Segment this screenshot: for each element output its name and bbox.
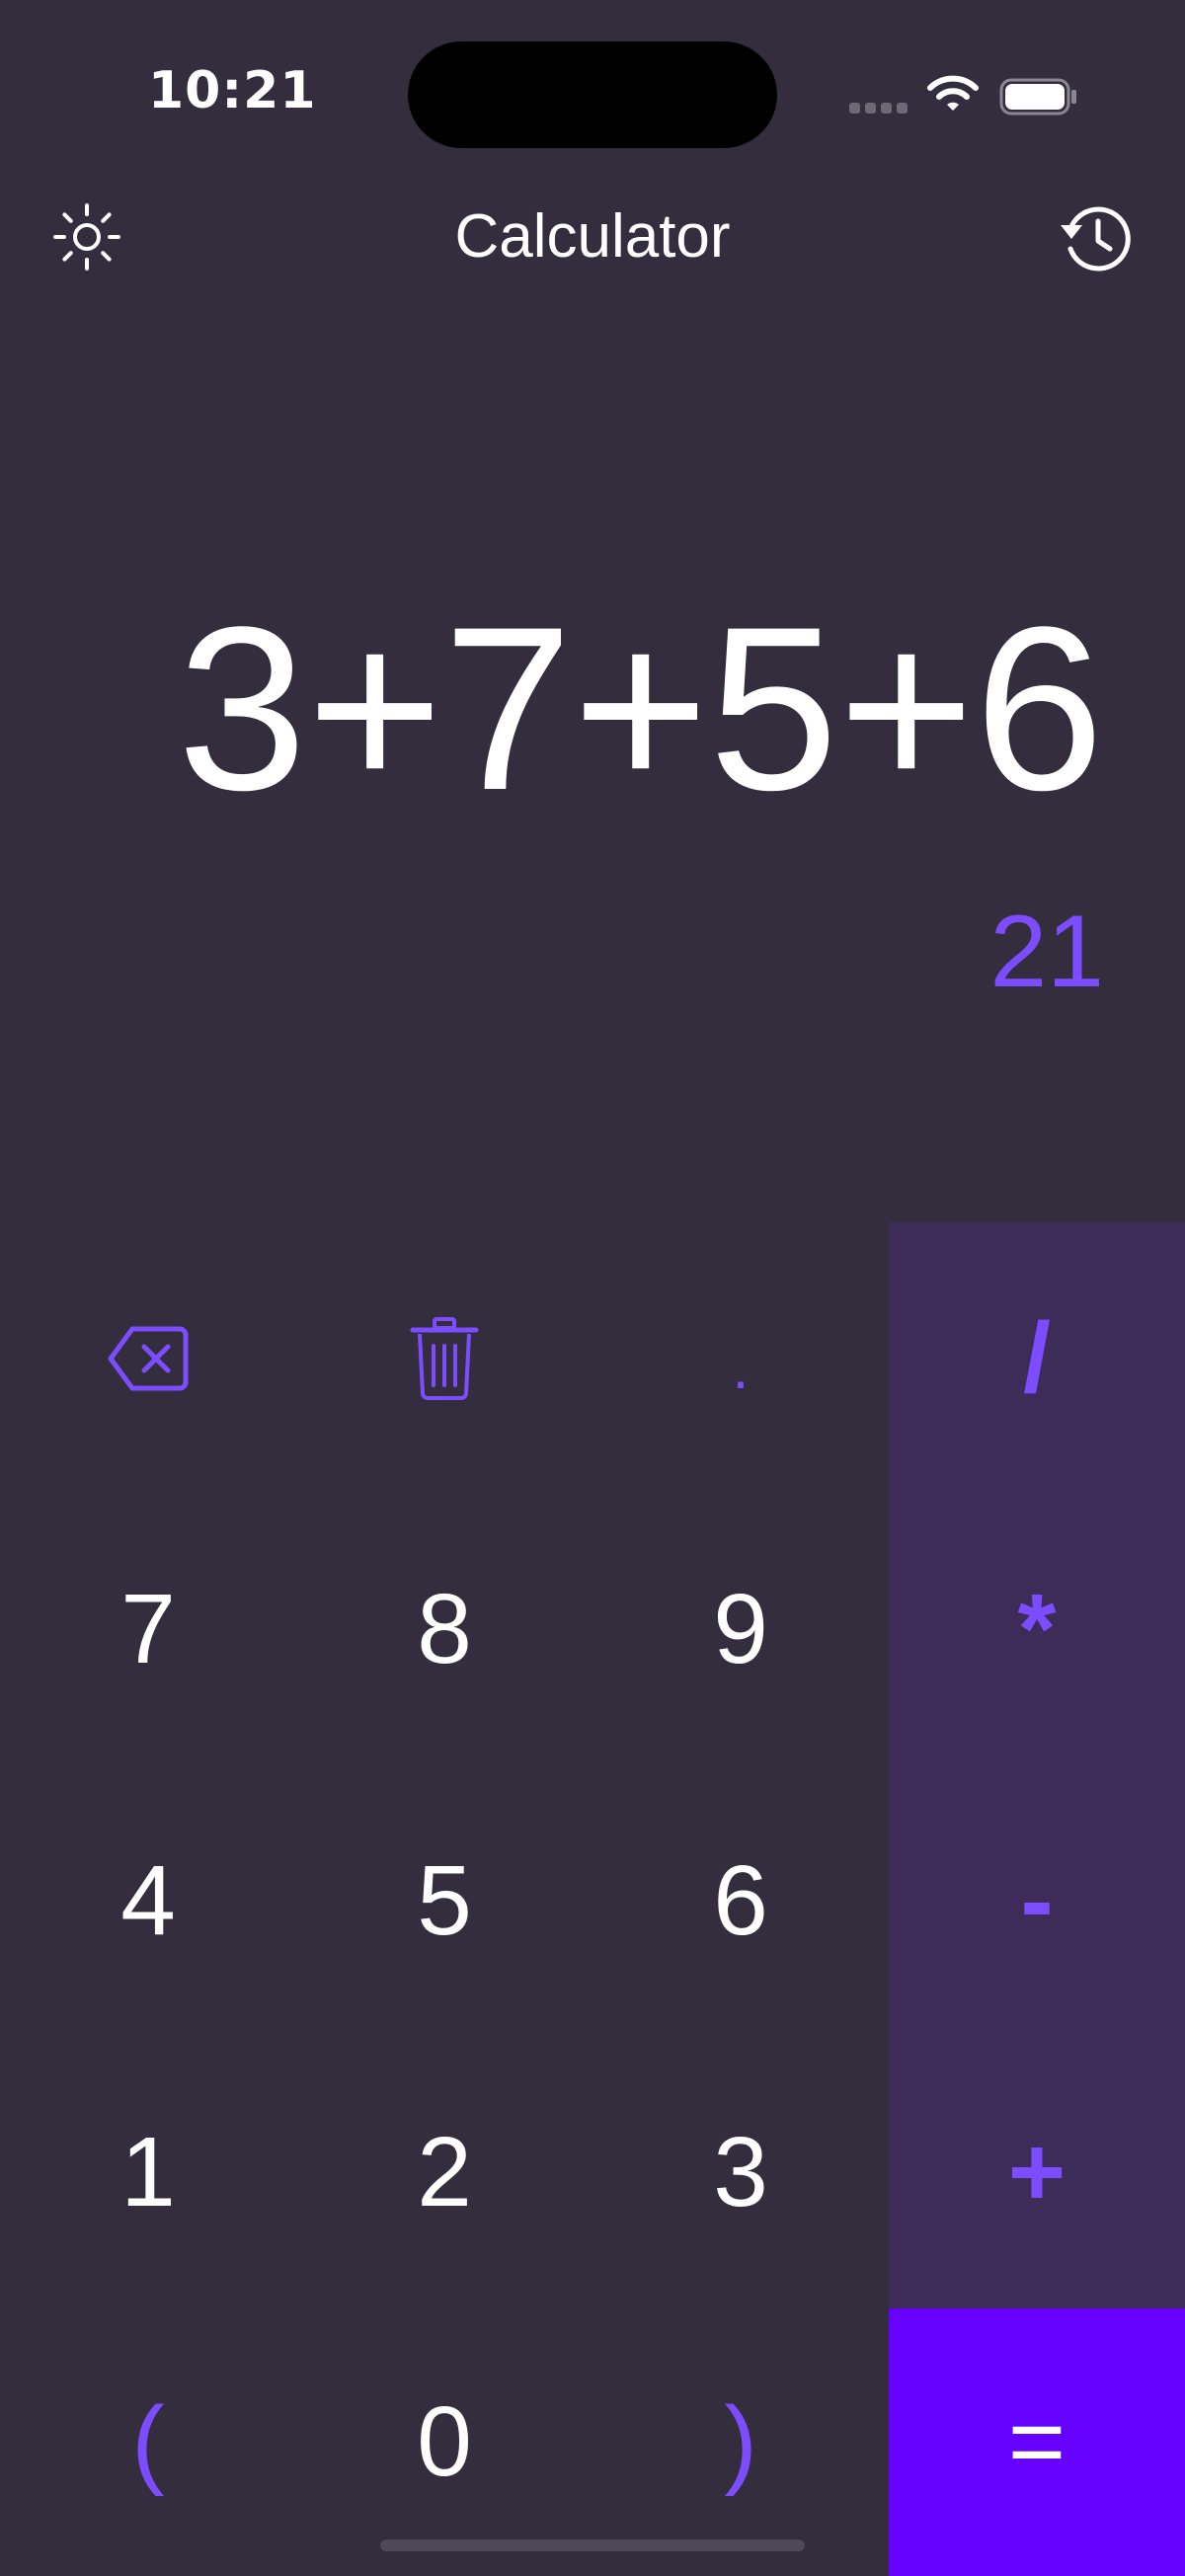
clear-button[interactable] bbox=[296, 1222, 592, 1494]
digit-1-button[interactable]: 1 bbox=[0, 2037, 296, 2308]
digit-0-button[interactable]: 0 bbox=[296, 2308, 592, 2576]
theme-toggle-button[interactable] bbox=[47, 197, 126, 276]
dynamic-island bbox=[408, 41, 777, 148]
close-paren-button[interactable]: ) bbox=[592, 2308, 889, 2576]
status-bar: 10:21 bbox=[0, 0, 1185, 188]
digit-2-button[interactable]: 2 bbox=[296, 2037, 592, 2308]
decimal-point-button[interactable]: . bbox=[592, 1222, 889, 1494]
battery-icon bbox=[999, 78, 1076, 116]
history-button[interactable] bbox=[1055, 197, 1138, 280]
backspace-button[interactable] bbox=[0, 1222, 296, 1494]
digit-4-button[interactable]: 4 bbox=[0, 1765, 296, 2037]
status-time: 10:21 bbox=[148, 61, 317, 120]
divide-button[interactable]: / bbox=[889, 1222, 1185, 1494]
trash-icon bbox=[410, 1316, 479, 1400]
digit-5-button[interactable]: 5 bbox=[296, 1765, 592, 2037]
equals-button[interactable]: = bbox=[889, 2308, 1185, 2576]
wifi-icon bbox=[927, 75, 979, 111]
home-indicator bbox=[380, 2539, 805, 2551]
app-title: Calculator bbox=[454, 202, 731, 271]
multiply-button[interactable]: * bbox=[889, 1494, 1185, 1765]
backspace-icon bbox=[108, 1326, 189, 1390]
digit-7-button[interactable]: 7 bbox=[0, 1494, 296, 1765]
expression-text: 3+7+5+6 bbox=[177, 579, 1104, 839]
open-paren-button[interactable]: ( bbox=[0, 2308, 296, 2576]
digit-9-button[interactable]: 9 bbox=[592, 1494, 889, 1765]
digit-3-button[interactable]: 3 bbox=[592, 2037, 889, 2308]
history-icon bbox=[1061, 206, 1131, 272]
app-header: Calculator bbox=[0, 188, 1185, 306]
subtract-button[interactable]: - bbox=[889, 1765, 1185, 2037]
result-text: 21 bbox=[989, 895, 1104, 1009]
cellular-signal-icon bbox=[849, 103, 908, 117]
sun-icon bbox=[53, 203, 120, 271]
digit-6-button[interactable]: 6 bbox=[592, 1765, 889, 2037]
digit-8-button[interactable]: 8 bbox=[296, 1494, 592, 1765]
calculator-display: 3+7+5+6 21 bbox=[0, 553, 1185, 1047]
add-button[interactable]: + bbox=[889, 2037, 1185, 2308]
